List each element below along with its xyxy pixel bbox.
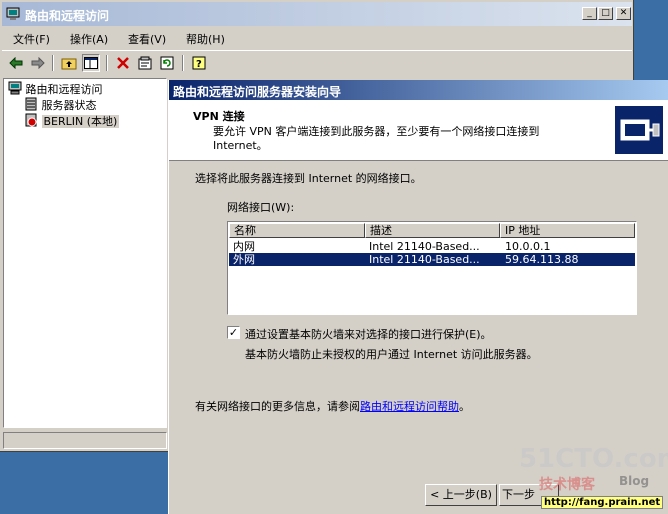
back-arrow-icon[interactable] [7, 54, 25, 72]
watermark-logo: 51CTO.com [519, 444, 668, 474]
delete-icon[interactable] [114, 54, 132, 72]
more-info-text: 有关网络接口的更多信息，请参阅路由和远程访问帮助。 [195, 398, 470, 414]
menu-bar: 文件(F) 操作(A) 查看(V) 帮助(H) [2, 27, 632, 47]
watermark-subtitle: 技术博客 [539, 477, 595, 493]
toolbar-separator [52, 55, 54, 71]
setup-wizard-dialog: 路由和远程访问服务器安装向导 VPN 连接 要允许 VPN 客户端连接到此服务器… [168, 80, 668, 514]
toolbar-separator [182, 55, 184, 71]
menu-view[interactable]: 查看(V) [128, 31, 166, 47]
table-row-selected[interactable]: 外网 Intel 21140-Based... 59.64.113.88 [229, 253, 635, 266]
firewall-note: 基本防火墙防止未授权的用户通过 Internet 访问此服务器。 [245, 348, 538, 361]
help-icon[interactable]: ? [190, 54, 208, 72]
tree-label-root: 路由和远程访问 [25, 83, 103, 96]
column-header-name[interactable]: 名称 [229, 223, 365, 238]
computer-icon [8, 81, 22, 95]
show-hide-tree-icon[interactable] [82, 54, 100, 72]
watermark-url: http://fang.prain.net [541, 496, 664, 509]
watermark-blog: Blog [619, 474, 650, 488]
close-button[interactable]: ✕ [616, 7, 631, 20]
cell-description: Intel 21140-Based... [369, 253, 480, 266]
menu-help[interactable]: 帮助(H) [186, 31, 225, 47]
toolbar-separator [106, 55, 108, 71]
firewall-checkbox[interactable]: ✓ [227, 326, 240, 339]
column-header-ip[interactable]: IP 地址 [500, 223, 635, 238]
minimize-button[interactable]: _ [582, 7, 597, 20]
cell-name: 外网 [233, 253, 255, 266]
tree-label-server-status: 服务器状态 [41, 99, 97, 112]
console-tree: 路由和远程访问 服务器状态 BERLIN (本地) [3, 78, 167, 428]
cell-description: Intel 21140-Based... [369, 240, 480, 253]
more-info-prefix: 有关网络接口的更多信息，请参阅 [195, 400, 360, 413]
refresh-icon[interactable] [158, 54, 176, 72]
table-row[interactable]: 内网 Intel 21140-Based... 10.0.0.1 [229, 240, 635, 253]
forward-arrow-icon[interactable] [29, 54, 47, 72]
wizard-header: VPN 连接 要允许 VPN 客户端连接到此服务器，至少要有一个网络接口连接到 … [169, 100, 668, 161]
window-title: 路由和远程访问 [25, 9, 110, 23]
cell-ip: 59.64.113.88 [505, 253, 579, 266]
help-link[interactable]: 路由和远程访问帮助 [360, 400, 459, 413]
maximize-button[interactable]: □ [598, 7, 613, 20]
network-plug-icon [615, 106, 663, 154]
instruction-text: 选择将此服务器连接到 Internet 的网络接口。 [195, 172, 422, 185]
tree-item-server-status[interactable]: 服务器状态 [24, 97, 97, 113]
wizard-title: 路由和远程访问服务器安装向导 [173, 85, 342, 99]
status-bar [3, 432, 167, 449]
tree-item-root[interactable]: 路由和远程访问 [8, 81, 103, 97]
up-folder-icon[interactable] [60, 54, 78, 72]
column-header-description[interactable]: 描述 [365, 223, 500, 238]
tree-item-server[interactable]: BERLIN (本地) [24, 113, 120, 129]
window-titlebar[interactable]: 路由和远程访问 _ □ ✕ [2, 2, 632, 26]
routing-app-icon [6, 7, 20, 20]
wizard-header-title: VPN 连接 [193, 110, 245, 123]
toolbar: ? [2, 50, 632, 75]
cell-name: 内网 [233, 240, 255, 253]
menu-file[interactable]: 文件(F) [13, 31, 50, 47]
svg-text:?: ? [196, 59, 202, 70]
wizard-header-description: 要允许 VPN 客户端连接到此服务器，至少要有一个网络接口连接到 Interne… [213, 125, 540, 152]
tree-label-server: BERLIN (本地) [41, 115, 120, 128]
server-stack-icon [25, 97, 37, 111]
server-stopped-icon [25, 113, 37, 127]
properties-icon[interactable] [136, 54, 154, 72]
cell-ip: 10.0.0.1 [505, 240, 551, 253]
firewall-checkbox-label[interactable]: 通过设置基本防火墙来对选择的接口进行保护(E)。 [245, 326, 492, 342]
more-info-suffix: 。 [459, 400, 470, 413]
back-button[interactable]: < 上一步(B) [425, 484, 497, 506]
network-interface-list[interactable]: 名称 描述 IP 地址 内网 Intel 21140-Based... 10.0… [227, 221, 637, 315]
menu-action[interactable]: 操作(A) [70, 31, 108, 47]
interface-list-label: 网络接口(W): [227, 201, 295, 214]
wizard-titlebar[interactable]: 路由和远程访问服务器安装向导 [169, 80, 668, 100]
